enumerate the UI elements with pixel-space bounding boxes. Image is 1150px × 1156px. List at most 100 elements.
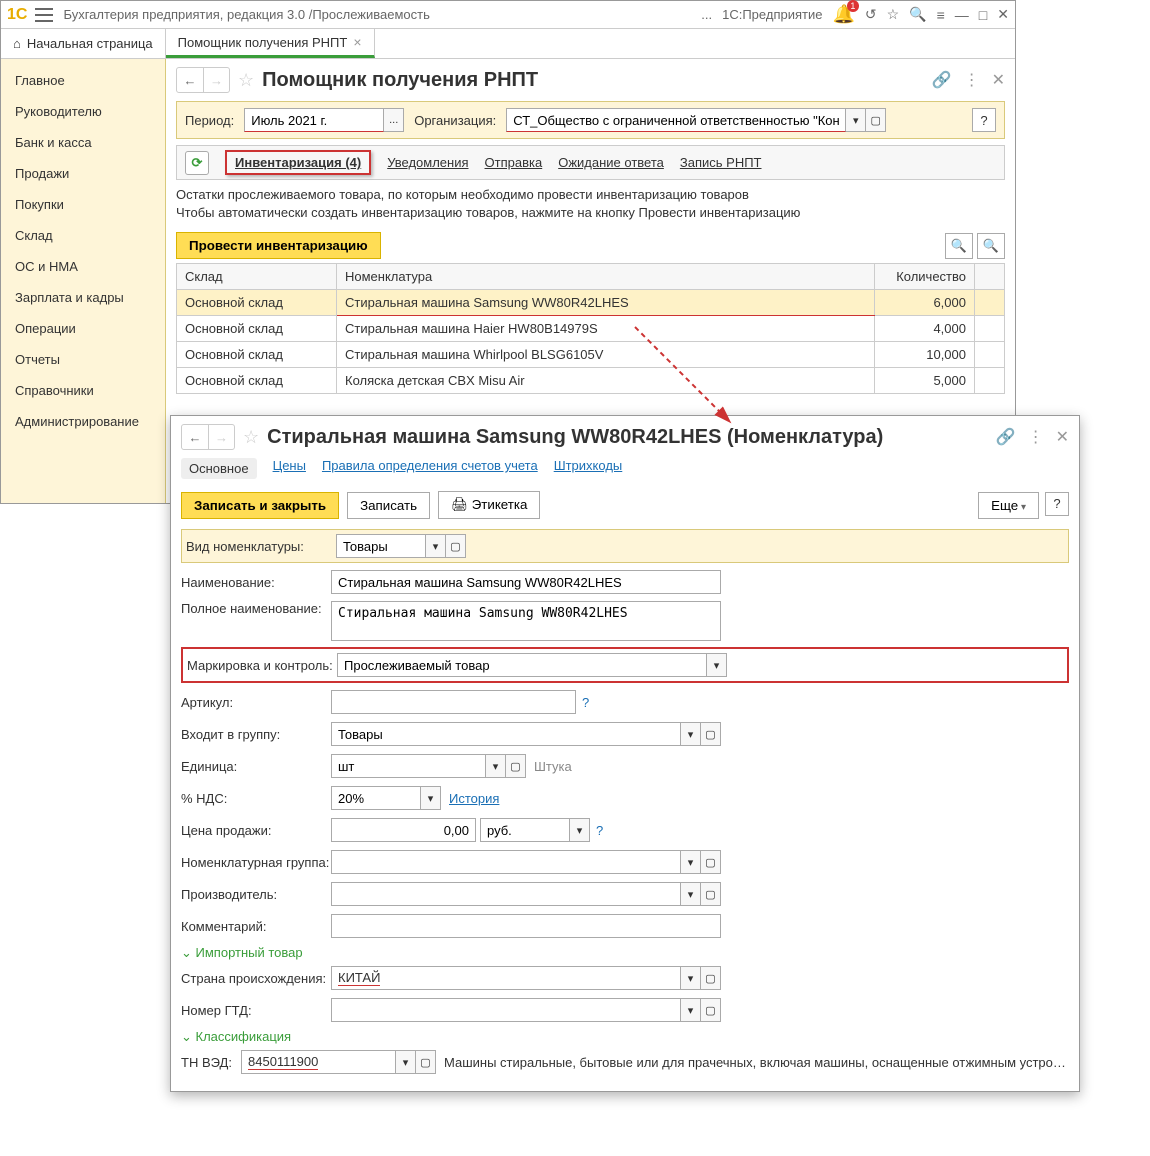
price-input[interactable] — [331, 818, 476, 842]
org-open-button[interactable]: ▢ — [866, 108, 886, 132]
manuf-input[interactable] — [331, 882, 681, 906]
sidebar-item-purchases[interactable]: Покупки — [1, 189, 165, 220]
tab-send[interactable]: Отправка — [485, 155, 543, 170]
sidebar-item-reports[interactable]: Отчеты — [1, 344, 165, 375]
col-nomen[interactable]: Номенклатура — [337, 264, 875, 290]
tab-record[interactable]: Запись РНПТ — [680, 155, 762, 170]
tab-home[interactable]: ⌂ Начальная страница — [1, 29, 166, 58]
more-button[interactable]: Еще — [978, 492, 1039, 519]
ow-nav-fwd[interactable]: → — [208, 425, 234, 449]
tnved-dd[interactable]: ▾ — [396, 1050, 416, 1074]
tnved-open[interactable]: ▢ — [416, 1050, 436, 1074]
ngroup-input[interactable] — [331, 850, 681, 874]
tnved-input[interactable]: 8450111900 — [241, 1050, 396, 1074]
ow-star-icon[interactable]: ☆ — [243, 427, 259, 448]
refresh-button[interactable]: ⟳ — [185, 151, 209, 175]
ow-tab-main[interactable]: Основное — [181, 458, 257, 479]
ow-nav-back[interactable]: ← — [182, 425, 208, 449]
favorites-icon[interactable]: ☆ — [887, 6, 900, 23]
unit-dd[interactable]: ▾ — [486, 754, 506, 778]
manuf-dd[interactable]: ▾ — [681, 882, 701, 906]
notifications-icon[interactable]: 🔔1 — [832, 4, 854, 25]
art-help-icon[interactable]: ? — [582, 695, 589, 710]
save-button[interactable]: Записать — [347, 492, 430, 519]
unit-input[interactable] — [331, 754, 486, 778]
sidebar-item-bank[interactable]: Банк и касса — [1, 127, 165, 158]
star-icon[interactable]: ☆ — [238, 70, 254, 91]
col-sklad[interactable]: Склад — [177, 264, 337, 290]
maximize-icon[interactable]: □ — [979, 7, 987, 23]
gtd-dd[interactable]: ▾ — [681, 998, 701, 1022]
settings-icon[interactable]: ≡ — [937, 7, 945, 23]
nav-back-button[interactable]: ← — [177, 68, 203, 92]
history-icon[interactable]: ↺ — [865, 6, 877, 23]
kebab-icon[interactable]: ⋮ — [964, 70, 980, 90]
country-open[interactable]: ▢ — [701, 966, 721, 990]
vat-history-link[interactable]: История — [449, 791, 499, 806]
full-name-input[interactable] — [331, 601, 721, 641]
org-input[interactable] — [506, 108, 846, 132]
tab-inventory[interactable]: Инвентаризация (4) — [225, 150, 371, 175]
unit-open[interactable]: ▢ — [506, 754, 526, 778]
ow-tab-rules[interactable]: Правила определения счетов учета — [322, 458, 538, 479]
ow-tab-prices[interactable]: Цены — [273, 458, 306, 479]
tab-notifications[interactable]: Уведомления — [387, 155, 468, 170]
sidebar-item-operations[interactable]: Операции — [1, 313, 165, 344]
name-input[interactable] — [331, 570, 721, 594]
comment-input[interactable] — [331, 914, 721, 938]
close-page-icon[interactable]: ✕ — [992, 70, 1005, 90]
ow-kebab-icon[interactable]: ⋮ — [1028, 427, 1044, 447]
section-import[interactable]: Импортный товар — [181, 945, 1069, 961]
vat-input[interactable] — [331, 786, 421, 810]
ngroup-open[interactable]: ▢ — [701, 850, 721, 874]
currency-dd[interactable]: ▾ — [570, 818, 590, 842]
org-dropdown-button[interactable]: ▾ — [846, 108, 866, 132]
country-input[interactable]: КИТАЙ — [331, 966, 681, 990]
nav-fwd-button[interactable]: → — [203, 68, 229, 92]
find-button[interactable]: 🔍 — [945, 233, 973, 259]
tab-rnpt-helper[interactable]: Помощник получения РНПТ × — [166, 29, 375, 58]
minimize-icon[interactable]: — — [955, 7, 969, 23]
group-dd[interactable]: ▾ — [681, 722, 701, 746]
table-row[interactable]: Основной складСтиральная машина Haier HW… — [177, 316, 1005, 342]
sidebar-item-manager[interactable]: Руководителю — [1, 96, 165, 127]
sidebar-item-main[interactable]: Главное — [1, 65, 165, 96]
group-input[interactable] — [331, 722, 681, 746]
sidebar-item-salary[interactable]: Зарплата и кадры — [1, 282, 165, 313]
vid-dd[interactable]: ▾ — [426, 534, 446, 558]
vat-dd[interactable]: ▾ — [421, 786, 441, 810]
ow-link-icon[interactable]: 🔗 — [996, 427, 1016, 447]
search-icon[interactable]: 🔍 — [909, 6, 926, 23]
gtd-open[interactable]: ▢ — [701, 998, 721, 1022]
sidebar-item-admin[interactable]: Администрирование — [1, 406, 165, 437]
menu-burger-icon[interactable] — [35, 8, 53, 22]
sidebar-item-assets[interactable]: ОС и НМА — [1, 251, 165, 282]
save-close-button[interactable]: Записать и закрыть — [181, 492, 339, 519]
vid-input[interactable] — [336, 534, 426, 558]
sidebar-item-sales[interactable]: Продажи — [1, 158, 165, 189]
art-input[interactable] — [331, 690, 576, 714]
mark-input[interactable] — [337, 653, 707, 677]
find-cancel-button[interactable]: 🔍 — [977, 233, 1005, 259]
close-icon[interactable]: ✕ — [997, 6, 1009, 23]
price-help-icon[interactable]: ? — [596, 823, 603, 838]
ow-help-button[interactable]: ? — [1045, 492, 1069, 516]
ow-tab-barcodes[interactable]: Штрихкоды — [554, 458, 623, 479]
table-row[interactable]: Основной складСтиральная машина Samsung … — [177, 290, 1005, 316]
vid-open[interactable]: ▢ — [446, 534, 466, 558]
manuf-open[interactable]: ▢ — [701, 882, 721, 906]
help-button[interactable]: ? — [972, 108, 996, 132]
ow-close-icon[interactable]: ✕ — [1056, 427, 1069, 447]
group-open[interactable]: ▢ — [701, 722, 721, 746]
gtd-input[interactable] — [331, 998, 681, 1022]
period-picker-button[interactable]: ... — [384, 108, 404, 132]
section-classif[interactable]: Классификация — [181, 1029, 1069, 1045]
table-row[interactable]: Основной складСтиральная машина Whirlpoo… — [177, 342, 1005, 368]
ngroup-dd[interactable]: ▾ — [681, 850, 701, 874]
link-icon[interactable]: 🔗 — [932, 70, 952, 90]
period-input[interactable] — [244, 108, 384, 132]
label-button[interactable]: 🖨 Этикетка — [438, 491, 540, 519]
tab-wait[interactable]: Ожидание ответа — [558, 155, 664, 170]
tab-close-icon[interactable]: × — [353, 34, 361, 50]
country-dd[interactable]: ▾ — [681, 966, 701, 990]
